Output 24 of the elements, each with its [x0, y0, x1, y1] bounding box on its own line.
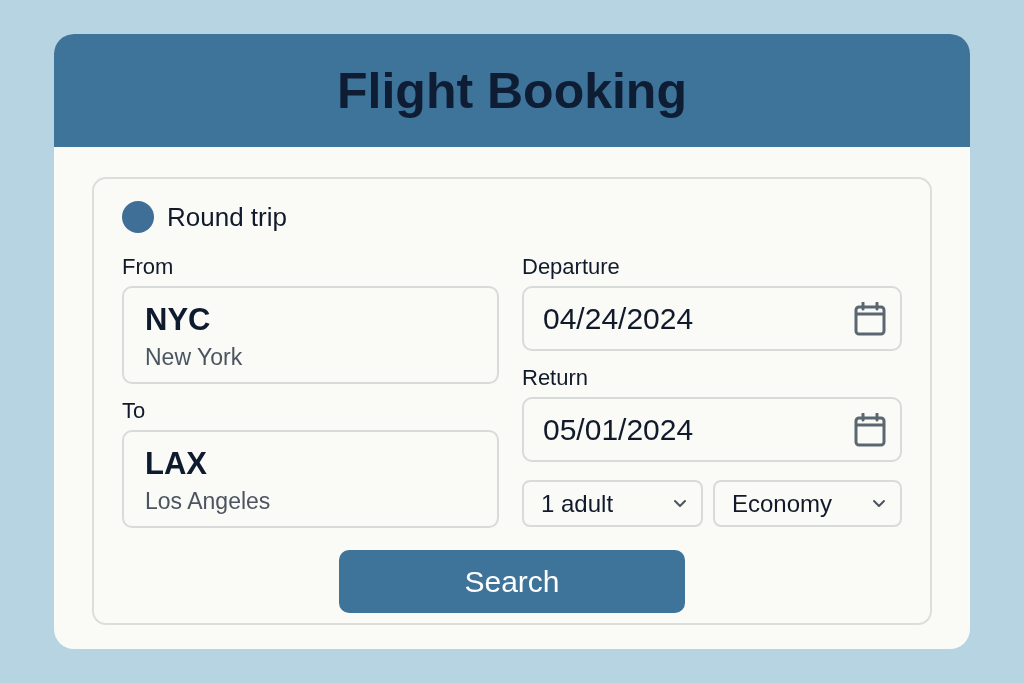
cabin-class-select[interactable]: Economy — [713, 480, 902, 527]
date-value: 04/24/2024 — [543, 303, 694, 334]
field-label: Return — [522, 364, 590, 392]
search-button[interactable]: Search — [339, 550, 685, 613]
field-label: Departure — [522, 253, 621, 281]
date-field[interactable]: 05/01/2024 — [522, 397, 902, 462]
radio-label: Round trip — [167, 204, 287, 230]
calendar-icon — [854, 412, 886, 447]
date-field[interactable]: 04/24/2024 — [522, 286, 902, 351]
passenger-select[interactable]: 1 adult — [522, 480, 703, 527]
date-value: 05/01/2024 — [543, 414, 694, 445]
chevron-down-icon — [872, 499, 886, 508]
field-label: From — [122, 253, 175, 281]
calendar-icon — [854, 301, 886, 336]
airport-code: NYC — [145, 302, 212, 338]
city-name: Los Angeles — [145, 487, 272, 516]
radio-button[interactable] — [122, 201, 154, 233]
field-label: To — [122, 397, 147, 425]
location-field[interactable]: NYC New York — [122, 286, 499, 384]
airport-code: LAX — [145, 446, 208, 482]
page-title: Flight Booking — [337, 65, 687, 116]
location-field[interactable]: LAX Los Angeles — [122, 430, 499, 528]
chevron-down-icon — [673, 499, 687, 508]
city-name: New York — [145, 343, 244, 372]
